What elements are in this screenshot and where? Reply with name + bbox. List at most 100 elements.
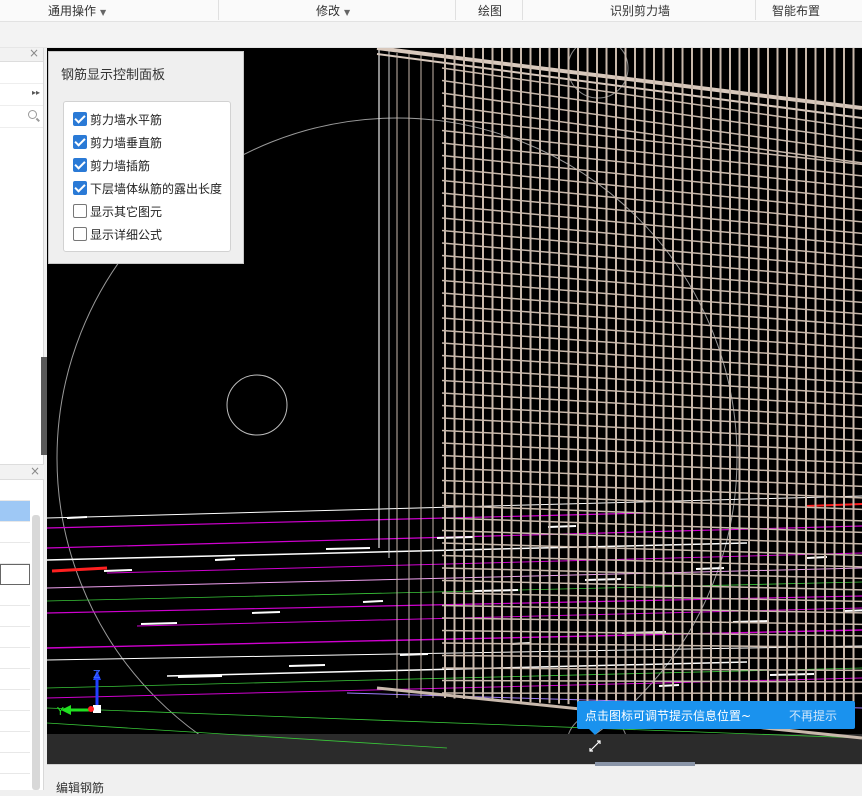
scrollbar[interactable] [32,515,40,790]
horizontal-rebar [442,206,862,245]
rebar-dash [215,559,235,560]
horizontal-rebar [442,168,862,210]
axis-x [88,706,94,712]
axis-label-y: Y [56,705,64,718]
panel-header: × [0,48,43,62]
rebar-dash [252,612,280,613]
ribbon-group-identify-shear-wall[interactable]: 识别剪力墙 [610,2,670,19]
list-item[interactable] [0,669,30,690]
orbit-handle-circle [227,375,287,435]
ribbon-divider [455,0,456,20]
horizontal-rebar [442,456,862,475]
horizontal-rebar [442,318,862,348]
wall-top-edge [377,48,862,108]
horizontal-rebar [442,181,862,222]
horizontal-rebar [442,106,862,163]
rebar-display-control-panel: 钢筋显示控制面板 剪力墙水平筋 剪力墙垂直筋 剪力墙插筋 下层墙体纵筋的露出长度… [48,51,244,264]
panel-row: ▸▸ [0,84,43,106]
horizontal-rebar [442,518,862,532]
list-item[interactable] [0,480,30,501]
ribbon-group-general[interactable]: 通用操作▼ [48,2,106,19]
search-icon[interactable] [28,110,37,119]
axis-label-z: Z [93,668,101,681]
close-icon[interactable]: × [29,46,39,60]
rebar-dash [289,665,325,666]
ribbon-group-bar: 通用操作▼ 修改▼ 绘图 识别剪力墙 智能布置 [0,0,862,22]
list-item[interactable] [0,585,30,606]
list-item[interactable] [0,711,30,732]
panel-resize-handle[interactable] [595,762,695,766]
ribbon-divider [218,0,219,20]
horizontal-rebar [442,118,862,164]
axis-origin [93,705,101,713]
option-shear-wall-vertical[interactable]: 剪力墙垂直筋 [73,133,162,151]
list-item[interactable] [0,564,30,585]
rebar-dash [67,517,87,518]
rebar-dash [178,676,222,677]
list-item[interactable] [0,690,30,711]
option-shear-wall-horizontal[interactable]: 剪力墙水平筋 [73,110,162,128]
dont-show-again-link[interactable]: 不再提示 [789,707,837,724]
panel-title: 钢筋显示控制面板 [61,64,165,83]
horizontal-rebar [442,406,862,429]
list-item[interactable] [0,627,30,648]
horizontal-rebar [442,443,862,463]
ribbon-divider [755,0,756,20]
ribbon-group-smart-layout[interactable]: 智能布置 [772,2,820,19]
panel-row [0,62,43,84]
bottom-panel-bar: 编辑钢筋 [47,764,862,790]
ground-band [47,734,862,764]
ribbon-divider [522,0,523,20]
option-show-other-elements[interactable]: 显示其它图元 [73,202,162,220]
list-item[interactable] [0,753,30,774]
horizontal-rebar [442,431,862,452]
horizontal-rebar [442,506,862,521]
wall-top-edge [377,54,862,118]
horizontal-rebar [442,681,862,682]
edit-rebar-label: 编辑钢筋 [56,779,104,796]
checkbox[interactable] [73,181,87,195]
rebar-dash [141,623,177,624]
ribbon-group-draw[interactable]: 绘图 [478,2,502,19]
horizontal-rebar [442,331,862,360]
rebar-dash [659,685,679,686]
list-item[interactable] [0,522,30,543]
horizontal-rebar [442,368,862,394]
list-item[interactable] [0,543,30,564]
horizontal-rebar [442,343,862,371]
list-item[interactable] [0,501,30,522]
panel-list [0,480,30,774]
horizontal-rebar [442,156,862,199]
checkbox[interactable] [73,158,87,172]
option-lower-wall-exposed-length[interactable]: 下层墙体纵筋的露出长度 [73,179,222,197]
close-icon[interactable]: × [30,464,40,478]
rebar-dash [400,654,428,655]
rebar-dash [363,601,383,602]
expand-icon[interactable]: ▸▸ [32,88,40,97]
checkbox[interactable] [73,204,87,218]
horizontal-rebar [442,356,862,383]
horizontal-rebar [442,656,862,659]
horizontal-rebar [442,418,862,440]
checkbox[interactable] [73,112,87,126]
horizontal-rebar [442,531,862,544]
panel-header: × [0,464,44,480]
horizontal-rebar [442,393,862,417]
panel-search-row[interactable] [0,106,43,128]
horizontal-rebar [442,556,862,567]
option-shear-wall-dowel[interactable]: 剪力墙插筋 [73,156,150,174]
checkbox[interactable] [73,227,87,241]
horizontal-rebar [442,143,862,187]
horizontal-rebar [442,643,862,647]
chevron-down-icon: ▼ [100,8,106,17]
option-show-detailed-formula[interactable]: 显示详细公式 [73,225,162,243]
list-item[interactable] [0,648,30,669]
horizontal-rebar [442,218,862,256]
ribbon-group-modify[interactable]: 修改▼ [316,2,350,19]
rebar-dash [548,526,576,527]
checkbox[interactable] [73,135,87,149]
list-item[interactable] [0,732,30,753]
options-box: 剪力墙水平筋 剪力墙垂直筋 剪力墙插筋 下层墙体纵筋的露出长度 显示其它图元 显… [63,101,231,252]
list-item[interactable] [0,606,30,627]
horizontal-rebar [442,131,862,176]
